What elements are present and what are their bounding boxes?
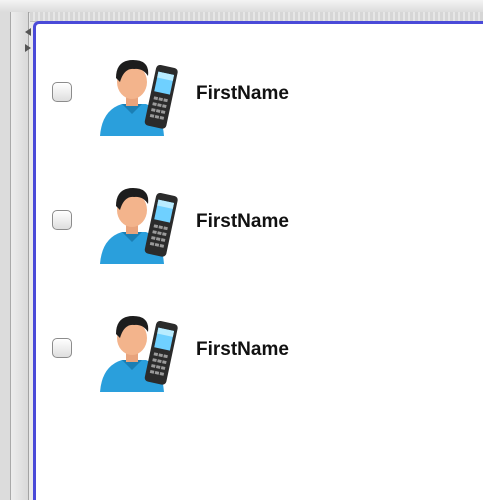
contact-row[interactable]: FirstName <box>36 48 483 140</box>
contact-checkbox[interactable] <box>52 338 72 358</box>
contact-checkbox[interactable] <box>52 82 72 102</box>
splitter-handle[interactable] <box>11 12 31 500</box>
arrow-right-icon[interactable] <box>25 44 31 52</box>
person-with-phone-icon <box>100 188 178 264</box>
contact-name: FirstName <box>196 83 289 104</box>
contacts-panel: FirstName FirstName FirstName <box>33 21 483 500</box>
contact-checkbox[interactable] <box>52 210 72 230</box>
left-gutter <box>0 12 11 500</box>
contact-row[interactable]: FirstName <box>36 304 483 396</box>
contact-name: FirstName <box>196 339 289 360</box>
arrow-left-icon[interactable] <box>25 28 31 36</box>
contact-name: FirstName <box>196 211 289 232</box>
person-with-phone-icon <box>100 60 178 136</box>
person-with-phone-icon <box>100 316 178 392</box>
contact-row[interactable]: FirstName <box>36 176 483 268</box>
